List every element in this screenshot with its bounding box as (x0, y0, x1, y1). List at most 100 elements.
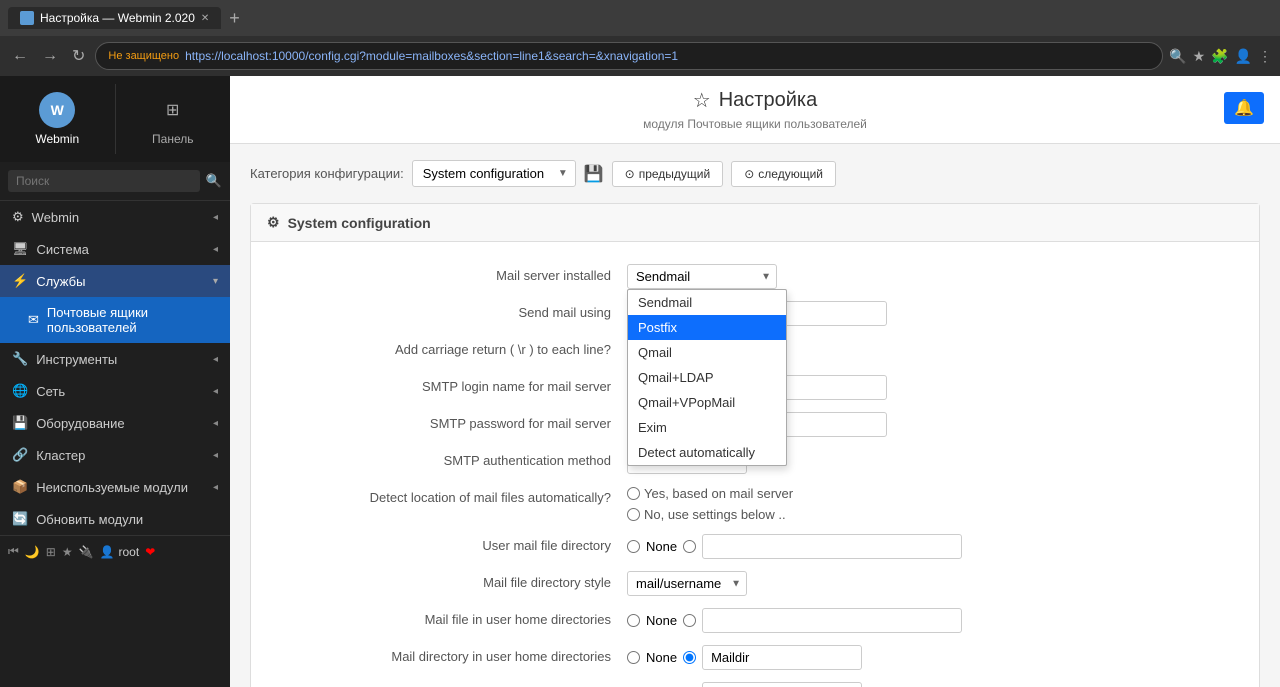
option-sendmail[interactable]: Sendmail (628, 290, 786, 315)
mail-home-none-radio[interactable] (627, 614, 640, 627)
option-qmail[interactable]: Qmail (628, 340, 786, 365)
forward-browser-button[interactable]: → (38, 43, 62, 69)
sidebar-danger-icon[interactable]: ❤ (145, 545, 155, 559)
mailboxes-icon: ✉ (28, 312, 39, 328)
mail-dir-style-select-wrapper: mail/username ▼ (627, 571, 747, 596)
sidebar-item-webmin[interactable]: ⚙ Webmin ◂ (0, 201, 230, 233)
sidebar-item-label-cluster: Кластер (36, 448, 85, 463)
sidebar-item-network[interactable]: 🌐 Сеть ◂ (0, 375, 230, 407)
form-row-mail-home: Mail file in user home directories None (267, 602, 1243, 639)
user-mail-dir-input[interactable] (702, 534, 962, 559)
sidebar-bottom-icon-2[interactable]: 🌙 (25, 545, 40, 559)
config-area: Категория конфигурации: System configura… (230, 144, 1280, 687)
mail-server-select[interactable]: Sendmail (627, 264, 777, 289)
form-row-user-mail-dir: User mail file directory None (267, 528, 1243, 565)
user-mail-dir-none-radio[interactable] (627, 540, 640, 553)
option-exim[interactable]: Exim (628, 415, 786, 440)
chevron-right-icon-3: ◂ (213, 354, 218, 365)
mail-server-label: Mail server installed (267, 264, 627, 283)
search-browser-icon[interactable]: 🔍 (1169, 48, 1186, 65)
option-postfix[interactable]: Postfix (628, 315, 786, 340)
sidebar-item-label-update: Обновить модули (36, 512, 143, 527)
tools-icon: 🔧 (12, 351, 28, 367)
address-bar[interactable]: Не защищено https://localhost:10000/conf… (95, 42, 1163, 70)
page-title-text: Настройка (719, 89, 817, 112)
sidebar-logo[interactable]: W Webmin (0, 84, 115, 154)
search-input[interactable] (8, 170, 200, 192)
sidebar-item-label-system: Система (37, 242, 89, 257)
tab-title: Настройка — Webmin 2.020 (40, 11, 195, 25)
sidebar: W Webmin ⊞ Панель 🔍 ⚙ Webmin ◂ 🖥 Система (0, 76, 230, 687)
config-save-icon[interactable]: 💾 (584, 164, 604, 184)
mail-dir-home-custom-radio[interactable] (683, 651, 696, 664)
option-qmail-ldap[interactable]: Qmail+LDAP (628, 365, 786, 390)
mail-home-custom-radio[interactable] (683, 614, 696, 627)
detect-no-option[interactable]: No, use settings below .. (627, 507, 786, 522)
address-url: https://localhost:10000/config.cgi?modul… (185, 49, 1150, 63)
bookmark-icon[interactable]: ★ (1193, 48, 1206, 65)
detect-no-label: No, use settings below .. (644, 507, 786, 522)
form-row-detect-location: Detect location of mail files automatica… (267, 480, 1243, 528)
smtp-auth-label: SMTP authentication method (267, 449, 627, 468)
config-category-select[interactable]: System configuration (412, 160, 576, 187)
sidebar-item-unused[interactable]: 📦 Неиспользуемые модули ◂ (0, 471, 230, 503)
sidebar-bottom-icon-1[interactable]: ⏮ (8, 544, 19, 559)
detect-yes-radio[interactable] (627, 487, 640, 500)
chevron-right-icon-5: ◂ (213, 418, 218, 429)
active-tab[interactable]: Настройка — Webmin 2.020 ✕ (8, 7, 221, 29)
sidebar-item-cluster[interactable]: 🔗 Кластер ◂ (0, 439, 230, 471)
detect-yes-option[interactable]: Yes, based on mail server (627, 486, 793, 501)
menu-icon[interactable]: ⋮ (1258, 48, 1272, 65)
panel-title: System configuration (288, 215, 431, 231)
form-row-mail-server: Mail server installed Sendmail ▼ Sendmai… (267, 258, 1243, 295)
sidebar-bottom-icon-3[interactable]: ⊞ (46, 545, 56, 559)
folders-sub-control: None (627, 682, 1243, 687)
mail-home-input[interactable] (702, 608, 962, 633)
sidebar-item-hardware[interactable]: 💾 Оборудование ◂ (0, 407, 230, 439)
extensions-icon[interactable]: 🧩 (1211, 48, 1228, 65)
sidebar-item-system[interactable]: 🖥 Система ◂ (0, 233, 230, 265)
option-qmail-vpopmail[interactable]: Qmail+VPopMail (628, 390, 786, 415)
option-detect[interactable]: Detect automatically (628, 440, 786, 465)
chevron-right-icon-4: ◂ (213, 386, 218, 397)
sidebar-bottom-icon-5[interactable]: 🔌 (79, 545, 94, 559)
new-tab-button[interactable]: + (229, 8, 240, 29)
mail-dir-home-input[interactable] (702, 645, 862, 670)
mail-dir-home-none-radio[interactable] (627, 651, 640, 664)
chevron-right-icon-2: ◂ (213, 244, 218, 255)
notification-button[interactable]: 🔔 (1224, 92, 1264, 124)
sidebar-item-update[interactable]: 🔄 Обновить модули (0, 503, 230, 535)
mail-dir-home-none-label: None (646, 650, 677, 665)
sidebar-bottom: ⏮ 🌙 ⊞ ★ 🔌 👤 root ❤ (0, 535, 230, 567)
sidebar-item-tools[interactable]: 🔧 Инструменты ◂ (0, 343, 230, 375)
mail-dir-home-control: None (627, 645, 1243, 670)
panel-body: Mail server installed Sendmail ▼ Sendmai… (251, 242, 1259, 687)
next-button[interactable]: ⊙ следующий (731, 161, 836, 187)
main-content: ☆ Настройка модуля Почтовые ящики пользо… (230, 76, 1280, 687)
page-subtitle: модуля Почтовые ящики пользователей (250, 117, 1260, 131)
profile-icon[interactable]: 👤 (1235, 48, 1252, 65)
chevron-right-icon-7: ◂ (213, 482, 218, 493)
sidebar-item-label-mailboxes: Почтовые ящики пользователей (47, 305, 218, 335)
sidebar-search-bar: 🔍 (0, 162, 230, 201)
user-mail-dir-custom-radio[interactable] (683, 540, 696, 553)
prev-button[interactable]: ⊙ предыдущий (612, 161, 724, 187)
detect-no-radio[interactable] (627, 508, 640, 521)
sidebar-panel[interactable]: ⊞ Панель (115, 84, 231, 154)
config-toolbar: Категория конфигурации: System configura… (250, 160, 1260, 187)
folders-sub-input[interactable] (702, 682, 862, 687)
back-browser-button[interactable]: ← (8, 43, 32, 69)
mail-dir-style-select[interactable]: mail/username (627, 571, 747, 596)
chevron-right-icon: ◂ (213, 212, 218, 223)
sidebar-item-label-hardware: Оборудование (36, 416, 124, 431)
sidebar-bottom-icon-4[interactable]: ★ (62, 545, 73, 559)
page-title: ☆ Настройка (250, 88, 1260, 113)
prev-icon: ⊙ (625, 167, 635, 181)
cluster-icon: 🔗 (12, 447, 28, 463)
tab-close-button[interactable]: ✕ (201, 13, 209, 24)
config-category-select-wrapper: System configuration ▼ (412, 160, 576, 187)
sidebar-item-services[interactable]: ⚡ Службы ▾ (0, 265, 230, 297)
reload-button[interactable]: ↻ (68, 42, 89, 70)
star-icon[interactable]: ☆ (693, 88, 711, 113)
sidebar-item-mailboxes[interactable]: ✉ Почтовые ящики пользователей (0, 297, 230, 343)
